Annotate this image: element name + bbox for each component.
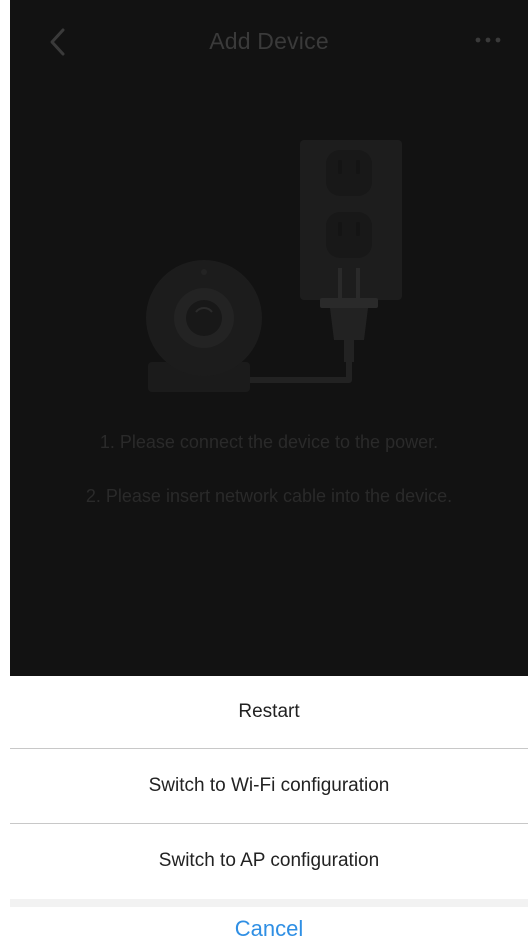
- divider: [10, 748, 528, 749]
- more-dots-icon: [475, 37, 501, 43]
- action-sheet: Restart Switch to Wi-Fi configuration Sw…: [0, 676, 528, 951]
- divider: [10, 823, 528, 824]
- page-title: Add Device: [209, 28, 329, 54]
- add-device-screen: Add Device 1. Please connect the device …: [10, 0, 528, 676]
- switch-to-ap-configuration-option[interactable]: Switch to AP configuration: [10, 825, 528, 897]
- navigation-bar: Add Device: [10, 0, 528, 82]
- more-options-button[interactable]: [468, 28, 508, 52]
- sheet-separator: [10, 899, 528, 907]
- instruction-step-2: 2. Please insert network cable into the …: [85, 486, 453, 506]
- device-power-illustration: [146, 140, 402, 392]
- restart-option[interactable]: Restart: [10, 676, 528, 748]
- screen: Add Device 1. Please connect the device …: [0, 0, 528, 951]
- switch-to-wifi-configuration-option[interactable]: Switch to Wi-Fi configuration: [10, 750, 528, 822]
- cancel-button[interactable]: Cancel: [10, 907, 528, 951]
- instruction-step-1: 1. Please connect the device to the powe…: [99, 432, 439, 452]
